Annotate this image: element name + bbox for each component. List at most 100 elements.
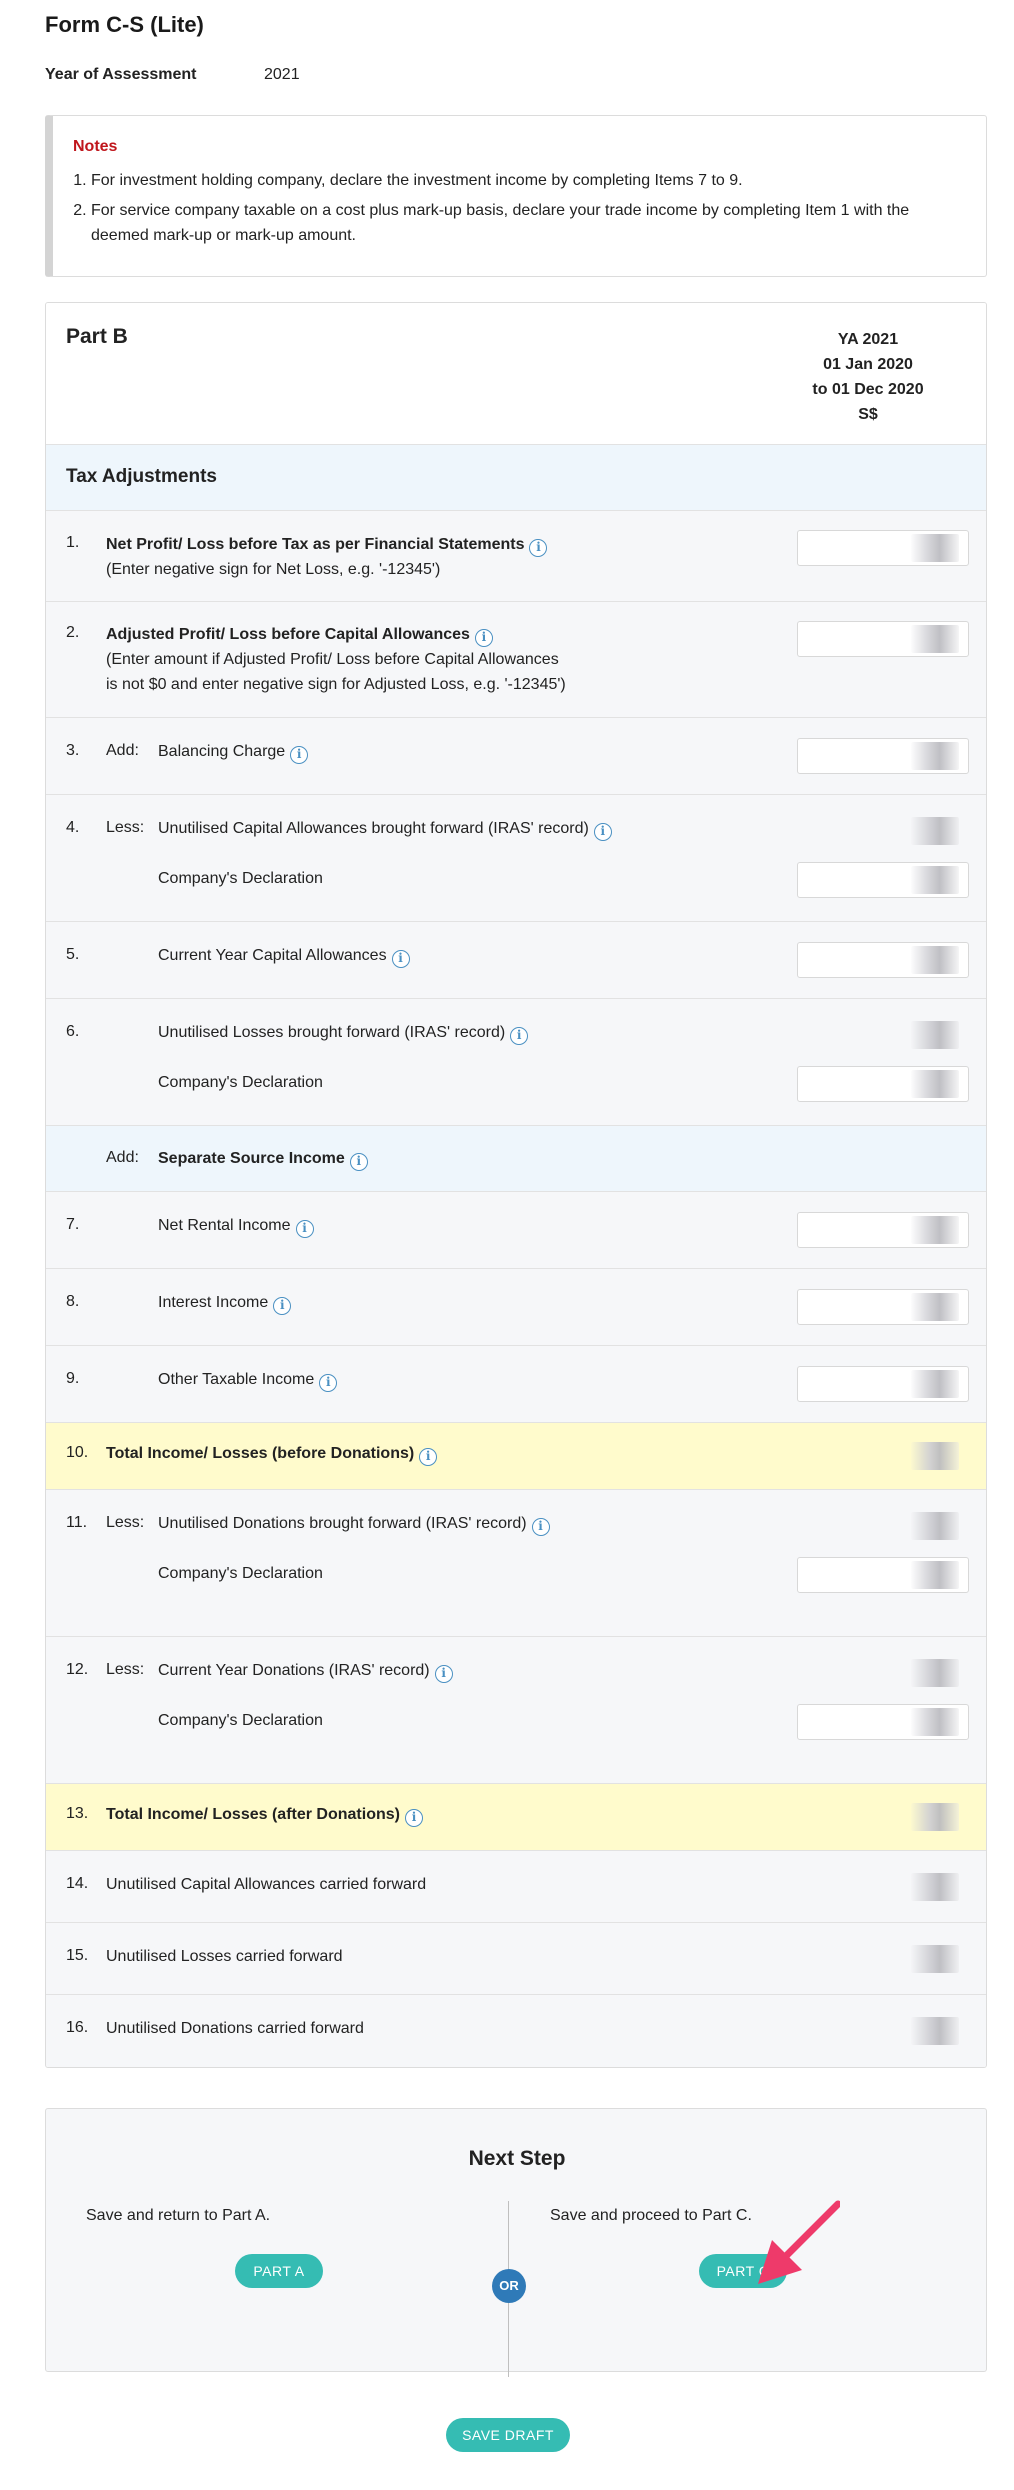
info-icon[interactable]: i: [295, 1220, 314, 1238]
row-number: 16.: [66, 2019, 89, 2036]
row-3: 3. Add: Balancing Charge i: [46, 718, 986, 795]
section-tax-adjustments: Tax Adjustments: [46, 445, 986, 511]
row-label: Interest Income i: [158, 1290, 292, 1315]
save-draft-button[interactable]: SAVE DRAFT: [446, 2418, 570, 2452]
redacted-value: [911, 1945, 959, 1973]
pointer-arrow-icon: [758, 2200, 840, 2284]
page-title: Form C-S (Lite): [45, 12, 204, 37]
row-label: Balancing Charge i: [158, 739, 309, 764]
row-number: 15.: [66, 1947, 89, 1964]
info-icon[interactable]: i: [349, 1153, 368, 1171]
row-12: 12. Less: Current Year Donations (IRAS' …: [46, 1637, 986, 1784]
row-16: 16. Unutilised Donations carried forward: [46, 1995, 986, 2067]
info-icon[interactable]: i: [531, 1518, 550, 1536]
info-icon[interactable]: i: [510, 1027, 529, 1045]
row-operator: Less:: [106, 1661, 145, 1678]
redacted-value: [911, 1021, 959, 1049]
info-icon[interactable]: i: [404, 1809, 423, 1827]
redacted-value: [911, 1512, 959, 1540]
notes-title: Notes: [73, 138, 118, 155]
row-label-text: Unutilised Losses brought forward (IRAS'…: [158, 1024, 506, 1041]
row-label-text: Unutilised Capital Allowances brought fo…: [158, 820, 589, 837]
row-label: Other Taxable Income i: [158, 1367, 338, 1392]
row-13: 13. Total Income/ Losses (after Donation…: [46, 1784, 986, 1851]
row-label: Unutilised Losses carried forward: [106, 1948, 343, 1965]
info-icon[interactable]: i: [391, 950, 410, 968]
row-label-text: Total Income/ Losses (before Donations): [106, 1445, 415, 1462]
row-operator: Add:: [106, 1149, 139, 1166]
redacted-value: [911, 1370, 959, 1398]
row-number: 13.: [66, 1805, 89, 1822]
info-icon[interactable]: i: [474, 629, 493, 647]
row-number: 3.: [66, 742, 80, 759]
part-a-button[interactable]: PART A: [235, 2254, 323, 2288]
row-label-text: Other Taxable Income: [158, 1371, 315, 1388]
section-title: Tax Adjustments: [66, 466, 217, 487]
row-number: 14.: [66, 1875, 89, 1892]
section-separate-source-income: Add: Separate Source Income i: [46, 1126, 986, 1192]
row-label-text: Separate Source Income: [158, 1150, 345, 1167]
row-5: 5. Current Year Capital Allowances i: [46, 922, 986, 999]
row-11: 11. Less: Unutilised Donations brought f…: [46, 1490, 986, 1637]
row-1: 1. Net Profit/ Loss before Tax as per Fi…: [46, 511, 986, 602]
row-label: Unutilised Donations carried forward: [106, 2020, 364, 2037]
redacted-value: [911, 817, 959, 845]
col-head-from: 01 Jan 2020: [823, 356, 913, 373]
redacted-value: [911, 1561, 959, 1589]
row-9: 9. Other Taxable Income i: [46, 1346, 986, 1423]
row-label-text: Interest Income: [158, 1294, 269, 1311]
redacted-value: [911, 742, 959, 770]
redacted-value: [911, 1216, 959, 1244]
info-icon[interactable]: i: [290, 746, 309, 764]
column-header: YA 2021 01 Jan 2020 to 01 Dec 2020 S$: [768, 327, 968, 427]
company-declaration-label: Company's Declaration: [158, 870, 323, 887]
row-label: Separate Source Income i: [158, 1146, 368, 1171]
row-8: 8. Interest Income i: [46, 1269, 986, 1346]
row-6: 6. Unutilised Losses brought forward (IR…: [46, 999, 986, 1126]
redacted-value: [911, 1873, 959, 1901]
info-icon[interactable]: i: [273, 1297, 292, 1315]
col-head-currency: S$: [858, 406, 878, 423]
company-declaration-label: Company's Declaration: [158, 1074, 323, 1091]
row-7: 7. Net Rental Income i: [46, 1192, 986, 1269]
info-icon[interactable]: i: [434, 1665, 453, 1683]
row-note: (Enter negative sign for Net Loss, e.g. …: [106, 561, 441, 578]
row-label: Net Profit/ Loss before Tax as per Finan…: [106, 532, 548, 582]
row-number: 5.: [66, 946, 80, 963]
row-number: 8.: [66, 1293, 80, 1310]
col-head-to: to 01 Dec 2020: [812, 381, 924, 398]
row-label: Total Income/ Losses (after Donations) i: [106, 1802, 423, 1827]
redacted-value: [911, 1293, 959, 1321]
redacted-value: [911, 1442, 959, 1470]
redacted-value: [911, 866, 959, 894]
info-icon[interactable]: i: [529, 539, 548, 557]
row-label-text: Net Rental Income: [158, 1217, 291, 1234]
redacted-value: [911, 625, 959, 653]
row-label: Adjusted Profit/ Loss before Capital All…: [106, 622, 566, 697]
row-label-text: Current Year Capital Allowances: [158, 947, 387, 964]
part-b-panel: Part B YA 2021 01 Jan 2020 to 01 Dec 202…: [45, 302, 987, 2068]
row-15: 15. Unutilised Losses carried forward: [46, 1923, 986, 1995]
next-step-panel: Next Step Save and return to Part A. Sav…: [45, 2108, 987, 2377]
info-icon[interactable]: i: [593, 823, 612, 841]
part-b-header: Part B YA 2021 01 Jan 2020 to 01 Dec 202…: [46, 303, 986, 445]
row-operator: Add:: [106, 742, 139, 759]
company-declaration-label: Company's Declaration: [158, 1712, 323, 1729]
row-label: Net Rental Income i: [158, 1213, 314, 1238]
row-label: Total Income/ Losses (before Donations) i: [106, 1441, 438, 1466]
redacted-value: [911, 1708, 959, 1736]
col-head-ya: YA 2021: [837, 331, 899, 348]
redacted-value: [911, 534, 959, 562]
row-4: 4. Less: Unutilised Capital Allowances b…: [46, 795, 986, 922]
row-label: Current Year Donations (IRAS' record) i: [158, 1658, 453, 1683]
redacted-value: [911, 1803, 959, 1831]
return-text: Save and return to Part A.: [86, 2207, 271, 2224]
ya-label: Year of Assessment: [45, 66, 197, 83]
info-icon[interactable]: i: [319, 1374, 338, 1392]
or-badge: OR: [492, 2269, 526, 2303]
row-label-text: Balancing Charge: [158, 743, 286, 760]
row-number: 12.: [66, 1661, 89, 1678]
info-icon[interactable]: i: [419, 1448, 438, 1466]
note-item: For service company taxable on a cost pl…: [91, 198, 964, 248]
row-label-text: Total Income/ Losses (after Donations): [106, 1806, 400, 1823]
